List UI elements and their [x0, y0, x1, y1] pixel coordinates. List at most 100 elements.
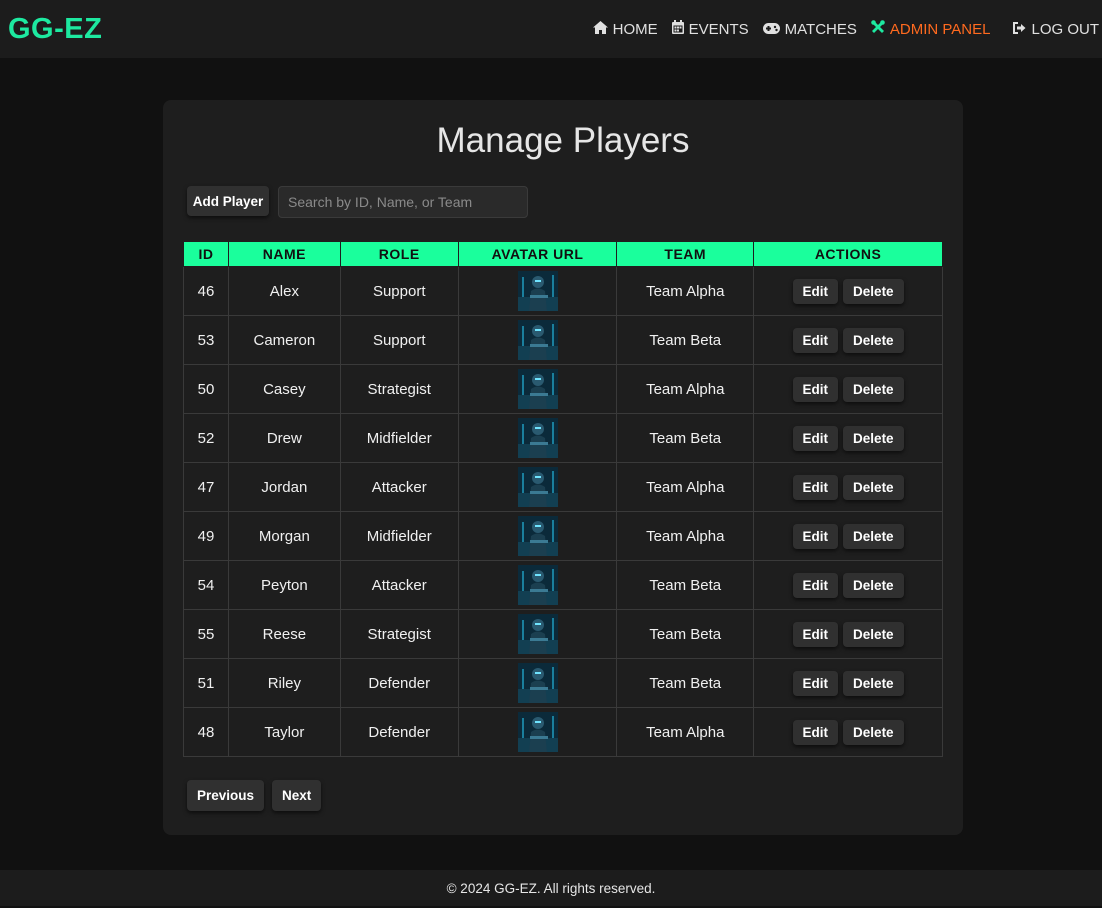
delete-button[interactable]: Delete — [843, 474, 904, 500]
cell-team: Team Beta — [616, 560, 755, 610]
cell-team: Team Alpha — [616, 511, 755, 561]
delete-button[interactable]: Delete — [843, 572, 904, 598]
table-row: 51 Riley Defender Team Beta Edit Delete — [183, 658, 943, 708]
cell-actions: Edit Delete — [753, 609, 943, 659]
table-row: 49 Morgan Midfielder Team Alpha Edit Delete — [183, 511, 943, 561]
manage-players-card: Manage Players Add Player ID NAME ROLE A… — [163, 100, 963, 835]
header-id: ID — [183, 241, 229, 267]
cell-id: 49 — [183, 511, 229, 561]
cell-name: Riley — [227, 658, 341, 708]
header-actions: ACTIONS — [753, 241, 943, 267]
footer: © 2024 GG-EZ. All rights reserved. — [0, 870, 1102, 906]
delete-button[interactable]: Delete — [843, 621, 904, 647]
table-row: 46 Alex Support Team Alpha Edit Delete — [183, 266, 943, 316]
nav-home-label: HOME — [612, 20, 658, 38]
cell-role: Attacker — [339, 462, 459, 512]
edit-button[interactable]: Edit — [792, 376, 839, 402]
delete-button[interactable]: Delete — [843, 376, 904, 402]
search-input[interactable] — [278, 186, 528, 218]
table-row: 55 Reese Strategist Team Beta Edit Delete — [183, 609, 943, 659]
edit-button[interactable]: Edit — [792, 474, 839, 500]
header-role: ROLE — [339, 241, 459, 267]
nav-home[interactable]: HOME — [592, 20, 658, 38]
delete-button[interactable]: Delete — [843, 278, 904, 304]
previous-button[interactable]: Previous — [187, 780, 265, 811]
next-button[interactable]: Next — [272, 780, 322, 811]
delete-button[interactable]: Delete — [843, 327, 904, 353]
cell-role: Defender — [339, 707, 459, 757]
player-avatar-image — [517, 369, 558, 409]
cell-team: Team Beta — [616, 609, 755, 659]
edit-button[interactable]: Edit — [792, 719, 839, 745]
cell-role: Midfielder — [339, 413, 459, 463]
footer-text: © 2024 GG-EZ. All rights reserved. — [446, 881, 656, 896]
cell-role: Attacker — [339, 560, 459, 610]
nav-events[interactable]: EVENTS — [671, 20, 749, 38]
edit-button[interactable]: Edit — [792, 572, 839, 598]
edit-button[interactable]: Edit — [792, 621, 839, 647]
cell-avatar — [457, 560, 618, 610]
top-navbar: GG-EZ HOME EVENTS MATCHES ADMIN PANEL LO… — [0, 0, 1102, 58]
cell-actions: Edit Delete — [753, 413, 943, 463]
cell-avatar — [457, 511, 618, 561]
player-avatar-image — [517, 516, 558, 556]
cell-actions: Edit Delete — [753, 658, 943, 708]
cell-avatar — [457, 462, 618, 512]
cell-id: 51 — [183, 658, 229, 708]
table-header-row: ID NAME ROLE AVATAR URL TEAM ACTIONS — [183, 241, 943, 267]
nav-matches[interactable]: MATCHES — [762, 20, 857, 38]
row-actions: Edit Delete — [754, 425, 942, 451]
cell-avatar — [457, 609, 618, 659]
row-actions: Edit Delete — [754, 670, 942, 696]
row-actions: Edit Delete — [754, 327, 942, 353]
cell-team: Team Beta — [616, 315, 755, 365]
cell-team: Team Alpha — [616, 266, 755, 316]
table-row: 48 Taylor Defender Team Alpha Edit Delete — [183, 707, 943, 757]
add-player-button[interactable]: Add Player — [187, 186, 269, 216]
cell-id: 53 — [183, 315, 229, 365]
edit-button[interactable]: Edit — [792, 327, 839, 353]
cell-name: Cameron — [227, 315, 341, 365]
nav-matches-label: MATCHES — [784, 20, 857, 38]
nav-events-label: EVENTS — [688, 20, 749, 38]
cell-role: Strategist — [339, 609, 459, 659]
header-name: NAME — [227, 241, 341, 267]
cell-actions: Edit Delete — [753, 266, 943, 316]
gamepad-icon — [762, 21, 785, 38]
cell-actions: Edit Delete — [753, 315, 943, 365]
edit-button[interactable]: Edit — [792, 278, 839, 304]
row-actions: Edit Delete — [754, 719, 942, 745]
cell-team: Team Alpha — [616, 462, 755, 512]
row-actions: Edit Delete — [754, 474, 942, 500]
cell-id: 52 — [183, 413, 229, 463]
cell-name: Reese — [227, 609, 341, 659]
player-avatar-image — [517, 565, 558, 605]
delete-button[interactable]: Delete — [843, 719, 904, 745]
row-actions: Edit Delete — [754, 621, 942, 647]
table-row: 53 Cameron Support Team Beta Edit Delete — [183, 315, 943, 365]
table-row: 50 Casey Strategist Team Alpha Edit Delete — [183, 364, 943, 414]
delete-button[interactable]: Delete — [843, 670, 904, 696]
player-avatar-image — [517, 418, 558, 458]
home-icon — [592, 20, 613, 38]
table-row: 52 Drew Midfielder Team Beta Edit Delete — [183, 413, 943, 463]
delete-button[interactable]: Delete — [843, 425, 904, 451]
delete-button[interactable]: Delete — [843, 523, 904, 549]
cell-avatar — [457, 413, 618, 463]
cell-id: 47 — [183, 462, 229, 512]
edit-button[interactable]: Edit — [792, 425, 839, 451]
cell-avatar — [457, 364, 618, 414]
edit-button[interactable]: Edit — [792, 523, 839, 549]
cell-team: Team Beta — [616, 658, 755, 708]
nav-admin-panel[interactable]: ADMIN PANEL — [871, 20, 991, 38]
cell-name: Jordan — [227, 462, 341, 512]
cell-role: Strategist — [339, 364, 459, 414]
player-avatar-image — [517, 271, 558, 311]
nav-admin-label: ADMIN PANEL — [889, 20, 991, 38]
player-avatar-image — [517, 712, 558, 752]
row-actions: Edit Delete — [754, 523, 942, 549]
nav-logout[interactable]: LOG OUT — [1013, 21, 1099, 38]
cell-avatar — [457, 707, 618, 757]
edit-button[interactable]: Edit — [792, 670, 839, 696]
site-logo[interactable]: GG-EZ — [0, 13, 102, 46]
